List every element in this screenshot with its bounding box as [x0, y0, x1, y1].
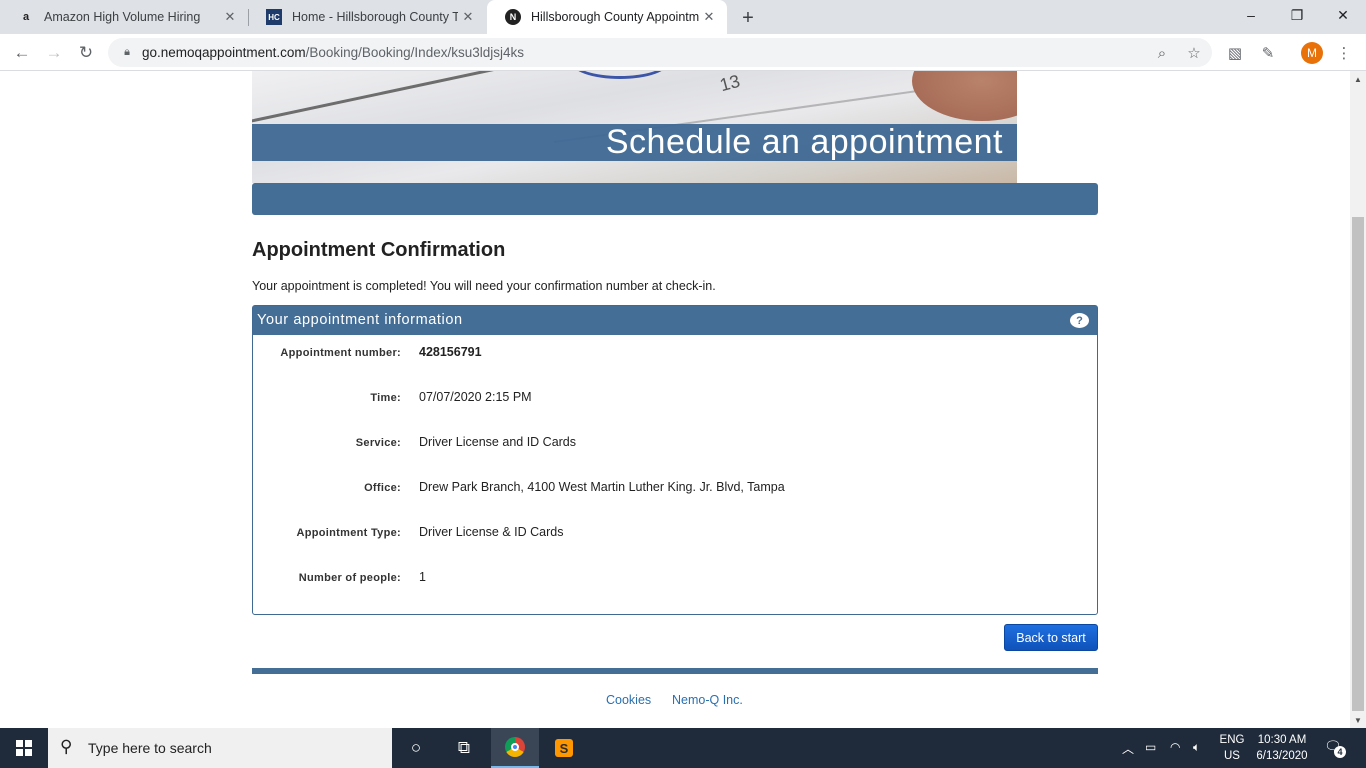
info-label: Appointment number: — [280, 347, 401, 359]
minimize-button[interactable]: – — [1228, 0, 1274, 30]
info-label: Office: — [364, 482, 401, 494]
zoom-icon[interactable]: ⌕ — [1152, 43, 1172, 63]
chrome-taskbar-icon[interactable] — [491, 728, 539, 768]
navigation-bar — [252, 183, 1098, 215]
confirmation-message: Your appointment is completed! You will … — [252, 279, 716, 293]
reload-icon[interactable]: ↻ — [72, 39, 100, 67]
banner-caption-bar: Schedule an appointment — [252, 124, 1017, 161]
appointment-info-panel: Your appointment information ? Appointme… — [252, 305, 1098, 615]
info-label: Number of people: — [298, 572, 401, 584]
url-path: /Booking/Booking/Index/ksu3ldjsj4ks — [305, 45, 524, 60]
close-tab-icon[interactable]: ✕ — [699, 7, 719, 27]
extension-icon[interactable]: ▧ — [1224, 42, 1246, 64]
lock-icon: 🔒︎ — [124, 45, 130, 58]
tab-title: Home - Hillsborough County Tax — [292, 10, 458, 24]
scrollbar-thumb[interactable] — [1352, 217, 1364, 711]
scroll-down-icon[interactable]: ▼ — [1354, 716, 1362, 725]
language-indicator[interactable]: ENG US — [1218, 732, 1246, 764]
info-row-service: Service: Driver License and ID Cards — [253, 434, 1097, 454]
profile-avatar[interactable]: M — [1301, 42, 1323, 64]
nemoq-icon: N — [505, 9, 521, 25]
tab-appointment-active[interactable]: N Hillsborough County Appointme ✕ — [487, 0, 727, 34]
nemoq-link[interactable]: Nemo-Q Inc. — [672, 693, 743, 707]
cookies-link[interactable]: Cookies — [606, 693, 651, 707]
number-of-people-value: 1 — [419, 570, 426, 584]
sublime-text-icon[interactable]: S — [540, 728, 588, 768]
url-domain: go.nemoqappointment.com — [142, 45, 306, 60]
info-row-appointment-number: Appointment number: 428156791 — [253, 344, 1097, 364]
clock-date: 6/13/2020 — [1256, 750, 1308, 762]
header-banner: 13 Schedule an appointment — [252, 71, 1017, 183]
page-viewport: 13 Schedule an appointment Appointment C… — [0, 71, 1350, 728]
notification-center-icon[interactable]: 🗨︎ 4 — [1324, 738, 1346, 758]
office-value: Drew Park Branch, 4100 West Martin Luthe… — [419, 480, 785, 494]
bookmark-star-icon[interactable]: ☆ — [1184, 43, 1204, 63]
region-code: US — [1224, 750, 1240, 762]
hctax-icon: HC — [266, 9, 282, 25]
panel-header: Your appointment information ? — [253, 306, 1097, 335]
scroll-up-icon[interactable]: ▲ — [1354, 75, 1362, 84]
show-hidden-icons-chevron-icon[interactable]: ︿ — [1122, 740, 1134, 757]
footer-divider — [252, 668, 1098, 674]
help-icon[interactable]: ? — [1070, 313, 1089, 328]
tab-amazon-hiring[interactable]: a Amazon High Volume Hiring ✕ — [0, 0, 248, 34]
appointment-number-value: 428156791 — [419, 345, 482, 359]
info-row-number-of-people: Number of people: 1 — [253, 569, 1097, 589]
appointment-type-value: Driver License & ID Cards — [419, 525, 564, 539]
cortana-icon[interactable]: ○ — [392, 728, 440, 768]
banner-decoration — [912, 71, 1017, 121]
browser-tab-strip: a Amazon High Volume Hiring ✕ HC Home - … — [0, 0, 1366, 34]
back-to-start-button[interactable]: Back to start — [1004, 624, 1098, 651]
info-label: Appointment Type: — [296, 527, 401, 539]
back-arrow-icon[interactable]: ← — [8, 39, 36, 67]
browser-toolbar: ← → ↻ 🔒︎ go.nemoqappointment.com/Booking… — [0, 34, 1366, 71]
amazon-icon: a — [22, 11, 30, 23]
page-title: Appointment Confirmation — [252, 239, 506, 261]
notification-count-badge: 4 — [1334, 746, 1346, 758]
info-row-time: Time: 07/07/2020 2:15 PM — [253, 389, 1097, 409]
tab-title: Hillsborough County Appointme — [531, 10, 699, 24]
new-tab-button[interactable]: + — [736, 6, 760, 30]
windows-taskbar: ⚲ Type here to search ○ ⧉ S ︿ ▭ ◠ 🔈︎ ENG… — [0, 728, 1366, 768]
time-value: 07/07/2020 2:15 PM — [419, 390, 532, 404]
banner-calendar-number: 13 — [717, 71, 743, 96]
close-window-button[interactable]: ✕ — [1320, 0, 1366, 30]
system-clock[interactable]: 10:30 AM 6/13/2020 — [1250, 732, 1314, 764]
banner-decoration — [252, 71, 648, 126]
taskbar-search-placeholder: Type here to search — [88, 740, 212, 756]
windows-start-icon[interactable] — [0, 728, 48, 768]
info-row-appointment-type: Appointment Type: Driver License & ID Ca… — [253, 524, 1097, 544]
banner-decoration — [570, 71, 670, 79]
service-value: Driver License and ID Cards — [419, 435, 577, 449]
tab-title: Amazon High Volume Hiring — [44, 10, 201, 24]
task-view-icon[interactable]: ⧉ — [440, 728, 488, 768]
banner-title: Schedule an appointment — [605, 123, 1003, 161]
info-label: Service: — [355, 437, 401, 449]
info-label: Time: — [370, 392, 401, 404]
tab-hillsborough-tax[interactable]: HC Home - Hillsborough County Tax ✕ — [248, 0, 486, 34]
restore-button[interactable]: ❐ — [1274, 0, 1320, 30]
search-icon: ⚲ — [60, 737, 73, 756]
wifi-icon[interactable]: ◠ — [1170, 740, 1180, 754]
volume-icon[interactable]: 🔈︎ — [1193, 740, 1200, 755]
info-row-office: Office: Drew Park Branch, 4100 West Mart… — [253, 479, 1097, 499]
vertical-scrollbar[interactable]: ▲ ▼ — [1350, 71, 1366, 728]
url-text[interactable]: go.nemoqappointment.com/Booking/Booking/… — [142, 45, 524, 60]
eyedropper-extension-icon[interactable]: ✎ — [1257, 42, 1279, 64]
menu-kebab-icon[interactable]: ⋮ — [1333, 42, 1355, 64]
address-bar[interactable]: 🔒︎ go.nemoqappointment.com/Booking/Booki… — [108, 38, 1212, 67]
clock-time: 10:30 AM — [1257, 734, 1307, 746]
language-code: ENG — [1219, 734, 1245, 746]
panel-title: Your appointment information — [257, 312, 463, 328]
close-tab-icon[interactable]: ✕ — [220, 7, 240, 27]
close-tab-icon[interactable]: ✕ — [458, 7, 478, 27]
battery-icon[interactable]: ▭ — [1145, 740, 1156, 754]
forward-arrow-icon[interactable]: → — [40, 39, 68, 67]
taskbar-search-box[interactable]: ⚲ Type here to search — [48, 728, 392, 768]
